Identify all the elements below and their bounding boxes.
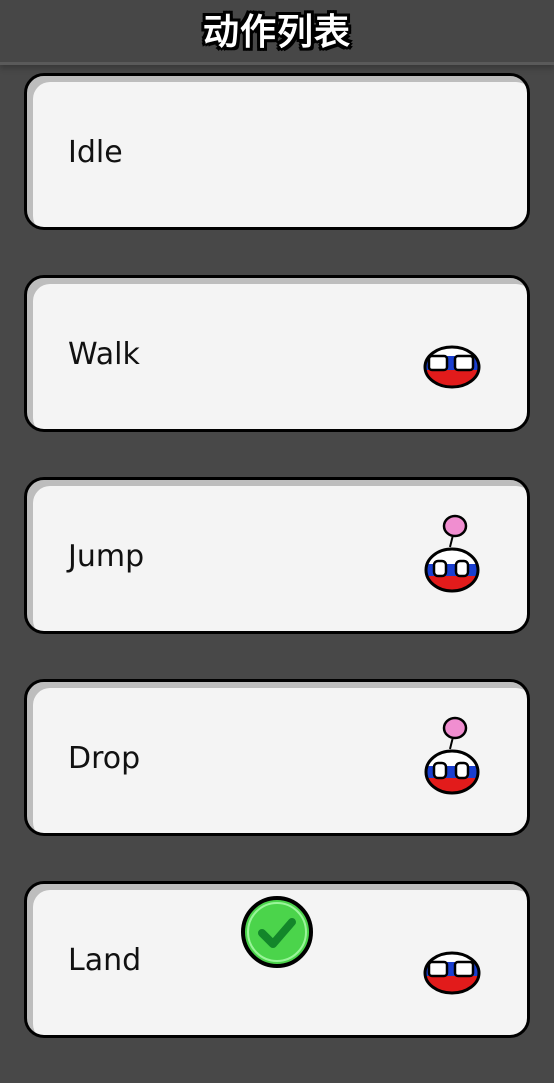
action-label: Idle <box>68 135 123 170</box>
page-title: 动作列表 <box>202 12 351 53</box>
checkmark-icon[interactable] <box>240 895 314 969</box>
header-bar: 动作列表 <box>0 0 554 65</box>
action-item-walk[interactable]: Walk <box>24 275 530 432</box>
action-label: Walk <box>68 337 140 372</box>
action-label: Land <box>68 943 142 978</box>
russia-ball-icon <box>423 951 481 995</box>
russia-ball-balloon-icon <box>424 514 480 593</box>
russia-ball-icon <box>423 345 481 389</box>
russia-ball-balloon-icon <box>424 716 480 795</box>
action-item-jump[interactable]: Jump <box>24 477 530 634</box>
action-item-drop[interactable]: Drop <box>24 679 530 836</box>
action-item-idle[interactable]: Idle <box>24 73 530 230</box>
action-label: Drop <box>68 741 141 776</box>
action-label: Jump <box>68 539 145 574</box>
